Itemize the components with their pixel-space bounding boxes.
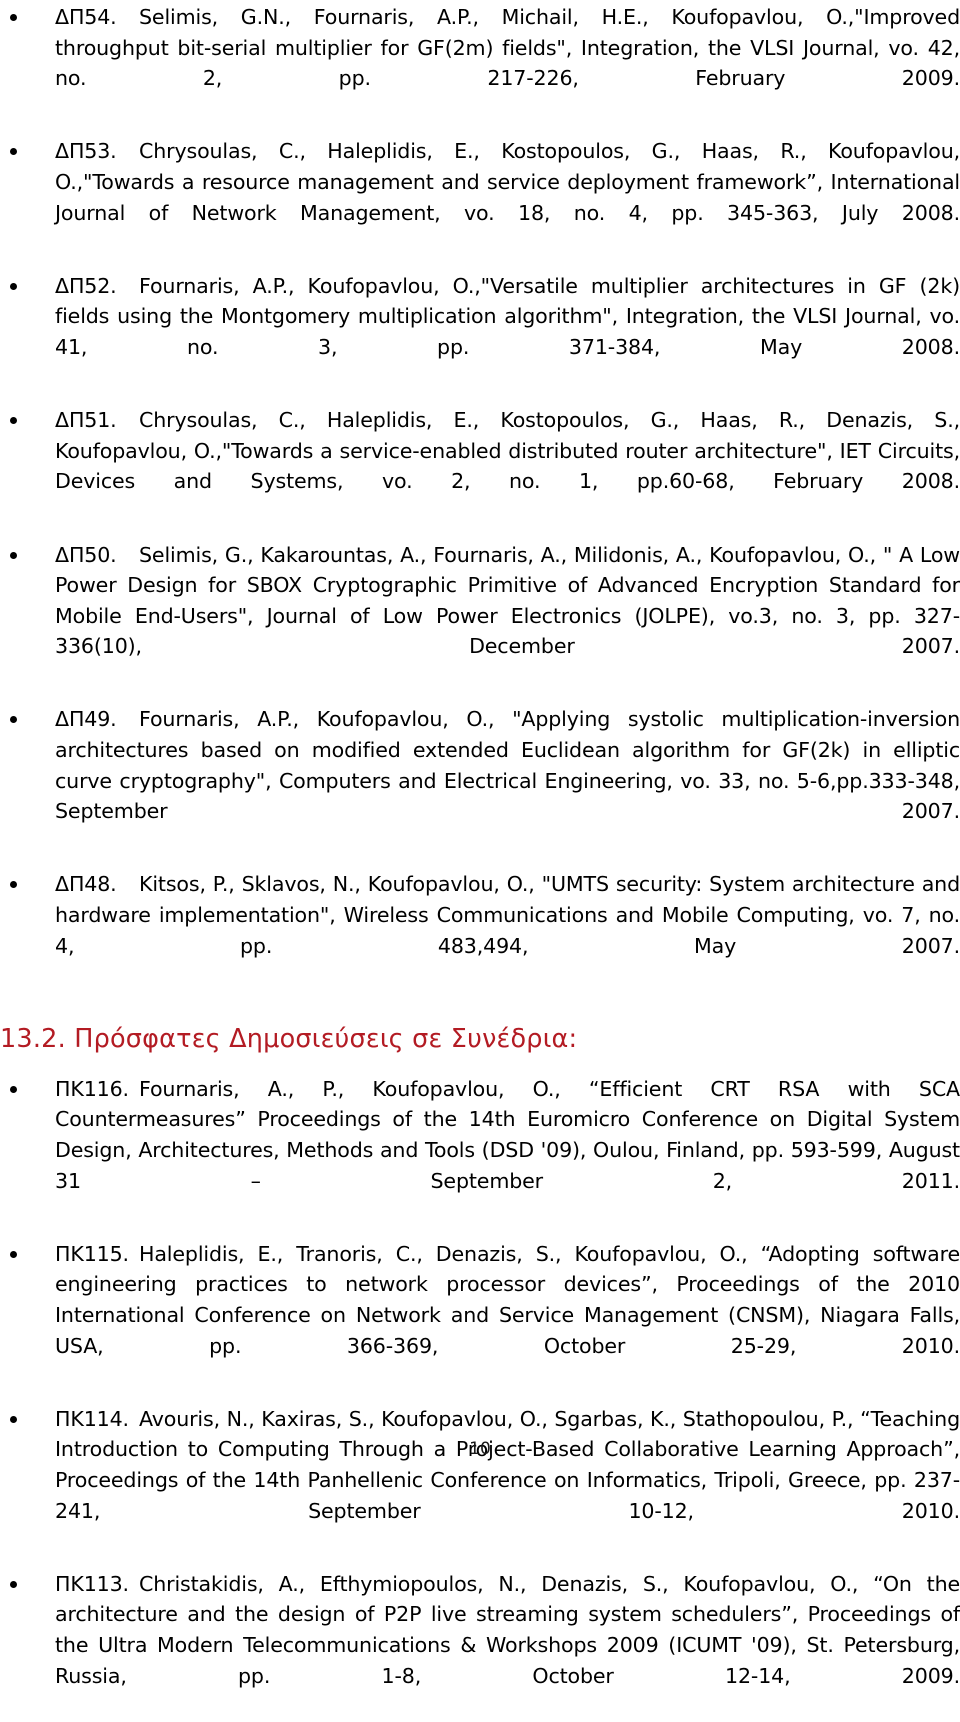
list-item: ΔΠ53. Chrysoulas, C., Haleplidis, E., Kos… [0,136,960,258]
reference-label: ΠΚ114. [55,1406,129,1431]
list-item: ΠΚ113. Christakidis, A., Efthymiopoulos, … [0,1569,960,1722]
conference-publications-list: ΠΚ116. Fournaris, A., P., Koufopavlou, O.… [0,1074,960,1722]
list-item: ΔΠ48. Kitsos, P., Sklavos, N., Koufopavlo… [0,869,960,991]
reference-label: ΔΠ53. [55,139,117,164]
reference-label: ΔΠ50. [55,542,117,567]
list-item: ΔΠ50. Selimis, G., Kakarountas, A., Fourn… [0,540,960,693]
reference-text: Haleplidis, E., Tranoris, C., Denazis, S… [55,1241,960,1358]
list-item: ΔΠ54. Selimis, G.N., Fournaris, A.P., Mic… [0,2,960,124]
reference-label: ΔΠ51. [55,408,117,433]
reference-text: Fournaris, A., P., Koufopavlou, O., “Eff… [55,1076,960,1193]
list-item: ΔΠ52. Fournaris, A.P., Koufopavlou, O.,"V… [0,271,960,393]
reference-text: Selimis, G.N., Fournaris, A.P., Michail,… [55,5,960,91]
list-item: ΔΠ49. Fournaris, A.P., Koufopavlou, O., "… [0,704,960,857]
reference-text: Avouris, N., Kaxiras, S., Koufopavlou, O… [55,1406,960,1523]
reference-label: ΔΠ48. [55,872,117,897]
reference-label: ΠΚ113. [55,1571,129,1596]
list-item: ΠΚ115. Haleplidis, E., Tranoris, C., Dena… [0,1239,960,1392]
reference-text: Fournaris, A.P., Koufopavlou, O.,"Versat… [55,273,960,359]
reference-label: ΔΠ52. [55,273,117,298]
journal-publications-list: ΔΠ54. Selimis, G.N., Fournaris, A.P., Mic… [0,2,960,992]
reference-text: Chrysoulas, C., Haleplidis, E., Kostopou… [55,139,960,225]
page-content: ΔΠ54. Selimis, G.N., Fournaris, A.P., Mic… [0,0,960,1722]
reference-text: Fournaris, A.P., Koufopavlou, O., "Apply… [55,707,960,824]
reference-text: Christakidis, A., Efthymiopoulos, N., De… [55,1571,960,1688]
reference-label: ΠΚ115. [55,1241,129,1266]
reference-label: ΠΚ116. [55,1076,129,1101]
reference-text: Selimis, G., Kakarountas, A., Fournaris,… [55,542,960,659]
reference-label: ΔΠ49. [55,707,117,732]
reference-text: Kitsos, P., Sklavos, N., Koufopavlou, O.… [55,872,960,958]
reference-label: ΔΠ54. [55,5,117,29]
section-heading-conferences: 13.2. Πρόσφατες Δημοσιεύσεις σε Συνέδρια… [0,1023,578,1054]
list-item: ΔΠ51. Chrysoulas, C., Haleplidis, E., Kos… [0,405,960,527]
list-item: ΠΚ114. Avouris, N., Kaxiras, S., Koufopav… [0,1404,960,1557]
reference-text: Chrysoulas, C., Haleplidis, E., Kostopou… [55,408,960,494]
list-item: ΠΚ116. Fournaris, A., P., Koufopavlou, O.… [0,1074,960,1227]
page-number: 10 [469,1439,491,1459]
document-page: ΔΠ54. Selimis, G.N., Fournaris, A.P., Mic… [0,0,960,1688]
